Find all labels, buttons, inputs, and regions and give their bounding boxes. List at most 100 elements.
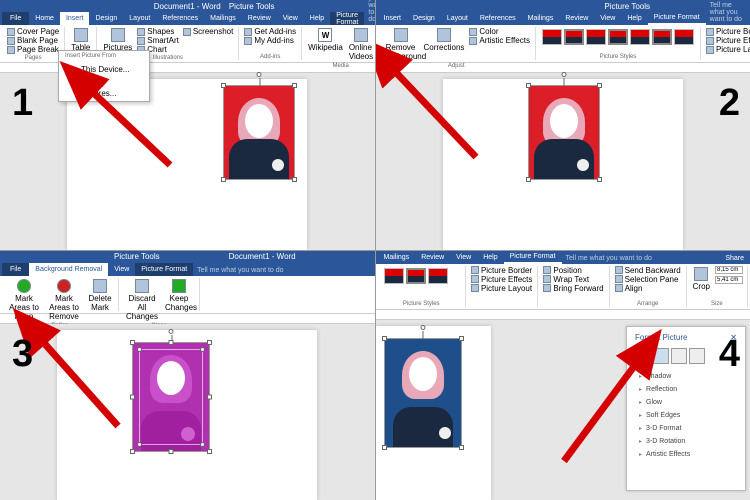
tab-design[interactable]: Design [89,12,123,25]
style-thumb[interactable] [384,268,404,284]
tab-view[interactable]: View [108,263,135,276]
style-thumb[interactable] [652,29,672,45]
corrections-button[interactable]: Corrections [422,27,467,53]
tab-background-removal[interactable]: Background Removal [29,263,108,276]
resize-handle[interactable] [207,394,212,399]
picture-layout-button[interactable]: Picture Layout [705,45,750,54]
resize-handle[interactable] [526,177,531,182]
page-break-button[interactable]: Page Break [6,45,60,54]
mark-remove-button[interactable]: Mark Areas to Remove [44,278,84,322]
tab-home[interactable]: Home [29,12,60,25]
align-button[interactable]: Align [614,284,644,293]
resize-handle[interactable] [459,445,464,450]
mark-keep-button[interactable]: Mark Areas to Keep [6,278,42,322]
rotate-handle[interactable] [257,72,262,77]
picture-effects-button[interactable]: Picture Effects [470,275,533,284]
tab-file[interactable]: File [2,12,29,25]
style-thumb[interactable] [586,29,606,45]
tab-view[interactable]: View [594,12,621,25]
resize-handle[interactable] [597,83,602,88]
tab-mailings[interactable]: Mailings [204,12,242,25]
shapes-button[interactable]: Shapes [136,27,180,36]
share-button[interactable]: Share [719,253,750,264]
color-button[interactable]: Color [468,27,531,36]
resize-handle[interactable] [459,336,464,341]
crop-button[interactable]: Crop [691,266,712,292]
tab-insert[interactable]: Insert [60,12,90,25]
resize-handle[interactable] [382,445,387,450]
picture-border-button[interactable]: Picture Border [470,266,533,275]
tell-me[interactable]: Tell me what you want to do [562,253,720,264]
style-thumb[interactable] [608,29,628,45]
smartart-button[interactable]: SmartArt [136,36,180,45]
photo-blue[interactable] [384,338,462,448]
tab-help[interactable]: Help [621,12,647,25]
blank-page-button[interactable]: Blank Page [6,36,59,45]
tell-me[interactable]: Tell me what you want to do [706,0,750,25]
tab-picture-format[interactable]: Picture Format [504,251,562,264]
rotate-handle[interactable] [420,325,425,330]
screenshot-button[interactable]: Screenshot [182,27,234,36]
position-button[interactable]: Position [542,266,582,275]
tab-help[interactable]: Help [477,251,503,264]
tab-references[interactable]: References [156,12,204,25]
tab-layout[interactable]: Layout [441,12,474,25]
get-addins-button[interactable]: Get Add-ins [243,27,297,36]
rotate-handle[interactable] [561,72,566,77]
online-video-button[interactable]: Online Videos [347,27,375,62]
resize-handle[interactable] [382,336,387,341]
tab-view[interactable]: View [277,12,304,25]
tab-references[interactable]: References [474,12,522,25]
send-back-button[interactable]: Send Backward [614,266,682,275]
style-thumb[interactable] [564,29,584,45]
photo-bgremove[interactable] [132,342,210,452]
resize-handle[interactable] [130,449,135,454]
resize-handle[interactable] [207,340,212,345]
picture-layout-button[interactable]: Picture Layout [470,284,533,293]
tab-picture-format[interactable]: Picture Format [330,12,364,25]
picture-border-button[interactable]: Picture Border [705,27,750,36]
tell-me[interactable]: Tell me what you want to do [364,0,374,25]
resize-handle[interactable] [292,177,297,182]
keep-button[interactable]: Keep Changes [163,278,195,313]
layout-tab-icon[interactable] [671,348,687,364]
resize-handle[interactable] [221,83,226,88]
resize-handle[interactable] [169,340,174,345]
tab-insert[interactable]: Insert [378,12,408,25]
tab-mailings[interactable]: Mailings [378,251,416,264]
bring-button[interactable]: Bring Forward [542,284,604,293]
tab-mailings[interactable]: Mailings [522,12,560,25]
cover-page-button[interactable]: Cover Page [6,27,60,36]
resize-handle[interactable] [221,177,226,182]
picture-effects-button[interactable]: Picture Effects [705,36,750,45]
style-thumb[interactable] [630,29,650,45]
tab-help[interactable]: Help [304,12,330,25]
tab-layout[interactable]: Layout [123,12,156,25]
tab-view[interactable]: View [450,251,477,264]
resize-handle[interactable] [130,340,135,345]
picture-tab-icon[interactable] [689,348,705,364]
tab-review[interactable]: Review [242,12,277,25]
wrap-button[interactable]: Wrap Text [542,275,590,284]
resize-handle[interactable] [292,83,297,88]
tab-picture-format[interactable]: Picture Format [648,12,706,25]
my-addins-button[interactable]: My Add-ins [243,36,295,45]
tab-design[interactable]: Design [407,12,441,25]
resize-handle[interactable] [526,83,531,88]
discard-button[interactable]: Discard All Changes [123,278,161,322]
tab-review[interactable]: Review [559,12,594,25]
style-thumb[interactable] [542,29,562,45]
picture-styles-gallery[interactable] [540,27,696,47]
style-thumb[interactable] [428,268,448,284]
delete-mark-button[interactable]: Delete Mark [86,278,114,313]
tab-file[interactable]: File [2,263,29,276]
artistic-button[interactable]: Artistic Effects [468,36,531,45]
wikipedia-button[interactable]: WWikipedia [306,27,345,53]
resize-handle[interactable] [130,394,135,399]
picture-styles-gallery[interactable] [382,266,461,286]
tell-me[interactable]: Tell me what you want to do [193,265,374,276]
tab-picture-format[interactable]: Picture Format [135,263,193,276]
resize-handle[interactable] [597,177,602,182]
width-input[interactable] [714,276,743,284]
resize-handle[interactable] [169,449,174,454]
